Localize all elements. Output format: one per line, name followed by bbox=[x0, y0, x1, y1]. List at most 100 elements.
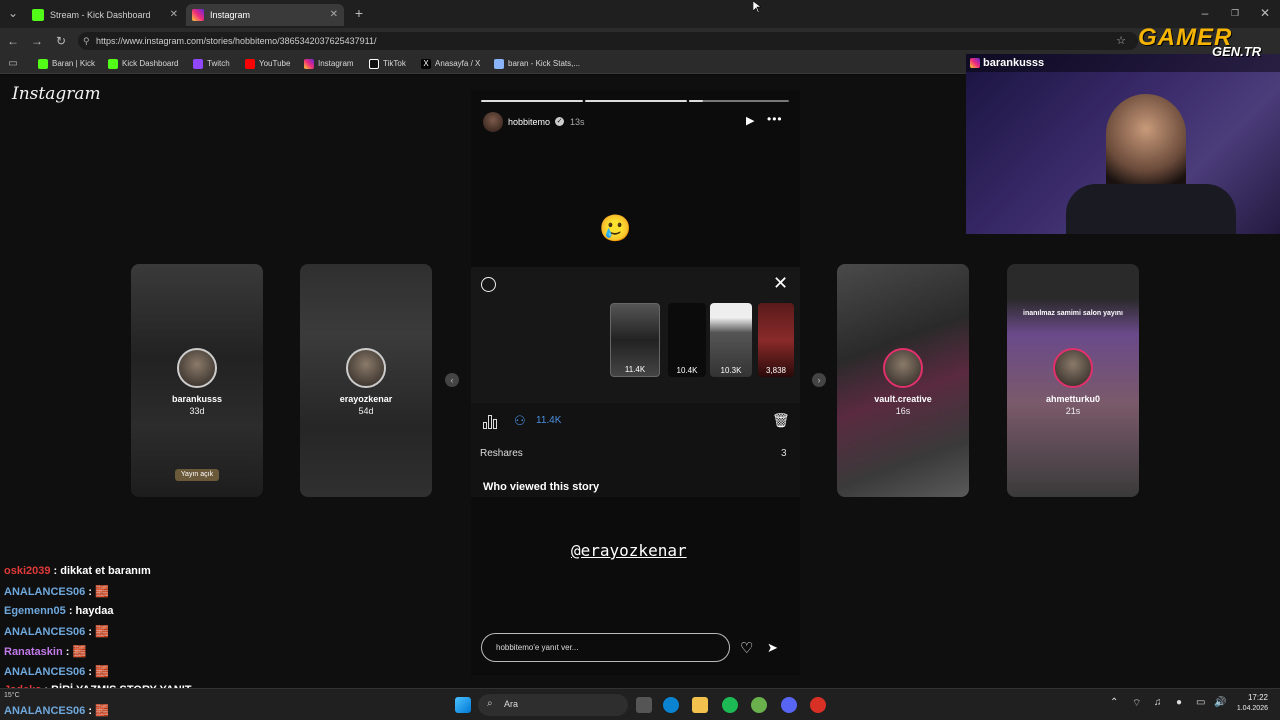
bookmark-label: Twitch bbox=[207, 59, 230, 68]
maximize-button[interactable]: ❐ bbox=[1226, 4, 1244, 22]
bookmark-kick-stats[interactable]: baran - Kick Stats,... bbox=[494, 57, 580, 71]
start-icon[interactable] bbox=[455, 697, 471, 713]
star-icon[interactable]: ☆ bbox=[1112, 32, 1130, 50]
delete-icon[interactable]: 🗑 bbox=[772, 412, 790, 429]
side-story-vault-creative[interactable]: vault.creative 16s bbox=[837, 264, 969, 497]
bookmark-kick-dashboard[interactable]: Kick Dashboard bbox=[108, 57, 178, 71]
reply-input[interactable]: hobbitemo'e yanıt ver... bbox=[481, 633, 730, 662]
bookmark-youtube[interactable]: YouTube bbox=[245, 57, 290, 71]
viewers-icon[interactable]: ⚇ bbox=[514, 413, 526, 429]
progress-segment bbox=[481, 100, 583, 102]
story-username: erayozkenar bbox=[339, 394, 393, 404]
progress-segment bbox=[689, 100, 789, 102]
new-tab-button[interactable]: + bbox=[350, 4, 368, 22]
chat-user: oski2039 bbox=[4, 565, 51, 577]
chat-text: : dikkat et baranım bbox=[53, 565, 151, 577]
story-thumbnail[interactable]: 10.3K bbox=[710, 303, 752, 377]
bookmark-x[interactable]: X Anasayfa / X bbox=[421, 57, 480, 71]
chat-user: ANALANCES06 bbox=[4, 626, 86, 638]
send-icon[interactable]: ➤ bbox=[767, 640, 778, 656]
chat-message: ANALANCES06 : 🧱 bbox=[4, 585, 109, 598]
bookmark-twitch[interactable]: Twitch bbox=[193, 57, 230, 71]
story-username[interactable]: hobbitemo bbox=[508, 117, 550, 127]
site-info-icon[interactable]: ⚲ bbox=[83, 32, 90, 50]
chat-message: oski2039 : dikkat et baranım bbox=[4, 565, 151, 577]
chat-text: : haydaa bbox=[68, 605, 114, 617]
spotify-icon[interactable] bbox=[722, 697, 738, 713]
side-story-barankusss[interactable]: barankusss 33d Yayın açık bbox=[131, 264, 263, 497]
instagram-icon bbox=[192, 9, 204, 21]
progress-segment-active bbox=[689, 100, 703, 102]
discord-icon[interactable] bbox=[781, 697, 797, 713]
thumbnail-view-count: 10.3K bbox=[720, 366, 742, 375]
headset-icon[interactable]: ♫ bbox=[1154, 697, 1162, 708]
search-icon: ⌕ bbox=[487, 698, 493, 709]
bookmark-instagram[interactable]: Instagram bbox=[304, 57, 354, 71]
side-story-ahmetturku0[interactable]: inanılmaz samimi salon yayını ahmetturku… bbox=[1007, 264, 1139, 497]
streamer-face bbox=[1106, 94, 1186, 194]
chat-message: ANALANCES06 : 🧱 bbox=[4, 704, 109, 717]
bookmark-label: Kick Dashboard bbox=[122, 59, 179, 68]
settings-icon[interactable] bbox=[481, 277, 496, 292]
edge-icon[interactable] bbox=[663, 697, 679, 713]
taskbar-search[interactable]: ⌕ Ara bbox=[478, 694, 628, 716]
clock-time[interactable]: 17:22 bbox=[1234, 693, 1268, 702]
mic-icon[interactable]: ● bbox=[1176, 697, 1182, 708]
previous-story-button[interactable]: ‹ bbox=[445, 373, 459, 387]
avatar[interactable] bbox=[483, 112, 503, 132]
network-icon[interactable]: ⌔ bbox=[1132, 697, 1141, 710]
verified-icon: ✓ bbox=[555, 117, 564, 126]
url-text: https://www.instagram.com/stories/hobbit… bbox=[96, 36, 377, 46]
tab-label: Stream - Kick Dashboard bbox=[50, 10, 151, 20]
story-time: 21s bbox=[1065, 406, 1081, 416]
task-view-icon[interactable] bbox=[636, 697, 652, 713]
back-icon[interactable]: ← bbox=[4, 32, 22, 50]
close-icon[interactable]: ✕ bbox=[773, 273, 788, 294]
close-icon[interactable]: ✕ bbox=[330, 4, 338, 26]
display-icon[interactable]: ▭ bbox=[1196, 697, 1205, 708]
bookmark-tiktok[interactable]: TikTok bbox=[369, 57, 406, 71]
story-time: 54d bbox=[358, 406, 374, 416]
windows-taskbar: 15°C ANALANCES06 : 🧱 ⌕ Ara ⌃ ⌔ ♫ ● ▭ 🔊 1… bbox=[0, 688, 1280, 720]
chat-user: Ranataskin bbox=[4, 646, 63, 658]
insights-icon[interactable] bbox=[483, 413, 499, 429]
next-story-button[interactable]: › bbox=[812, 373, 826, 387]
views-count[interactable]: 11.4K bbox=[536, 415, 561, 426]
tab-instagram[interactable]: Instagram ✕ bbox=[186, 4, 344, 26]
instagram-icon bbox=[304, 59, 314, 69]
story-thumbnail[interactable]: 11.4K bbox=[610, 303, 660, 377]
like-icon[interactable]: ♡ bbox=[740, 639, 753, 657]
tray-overflow-icon[interactable]: ⌃ bbox=[1110, 697, 1118, 708]
story-emoji: 🥲 bbox=[599, 214, 632, 244]
clock-date[interactable]: 1.04.2026 bbox=[1220, 705, 1268, 712]
close-icon[interactable]: ✕ bbox=[170, 4, 178, 26]
play-icon[interactable]: ▶ bbox=[746, 114, 754, 127]
story-time: 33d bbox=[189, 406, 205, 416]
more-options-icon[interactable]: ••• bbox=[767, 112, 783, 126]
chrome-icon[interactable] bbox=[810, 697, 826, 713]
story-username: barankusss bbox=[171, 394, 223, 404]
window-close-button[interactable]: ✕ bbox=[1256, 4, 1274, 22]
story-thumbnail[interactable]: 3,838 bbox=[758, 303, 794, 377]
forward-icon[interactable]: → bbox=[28, 32, 46, 50]
mention-sticker[interactable]: @erayozkenar bbox=[571, 541, 687, 560]
story-thumbnail[interactable]: 10.4K bbox=[668, 303, 706, 377]
tab-kick-dashboard[interactable]: Stream - Kick Dashboard ✕ bbox=[26, 4, 184, 26]
chat-user: ANALANCES06 bbox=[4, 586, 86, 598]
minimize-button[interactable]: – bbox=[1196, 4, 1214, 22]
side-story-erayozkenar[interactable]: erayozkenar 54d bbox=[300, 264, 432, 497]
instagram-logo[interactable]: Instagram bbox=[12, 84, 101, 104]
weather-widget[interactable]: 15°C bbox=[4, 692, 20, 699]
reload-icon[interactable]: ↻ bbox=[52, 32, 70, 50]
file-explorer-icon[interactable] bbox=[692, 697, 708, 713]
app-icon[interactable] bbox=[751, 697, 767, 713]
chat-message: Ranataskin : 🧱 bbox=[4, 645, 86, 658]
story-time: 13s bbox=[570, 117, 585, 127]
url-input[interactable]: ⚲ https://www.instagram.com/stories/hobb… bbox=[78, 32, 1138, 50]
tab-list-icon[interactable]: ⌄ bbox=[4, 4, 22, 22]
stats-icon bbox=[494, 59, 504, 69]
kick-icon bbox=[32, 9, 44, 21]
bookmark-baran-kick[interactable]: Baran | Kick bbox=[38, 57, 95, 71]
chat-user: ANALANCES06 bbox=[4, 666, 86, 678]
sidebar-icon[interactable]: ▭ bbox=[4, 55, 22, 73]
